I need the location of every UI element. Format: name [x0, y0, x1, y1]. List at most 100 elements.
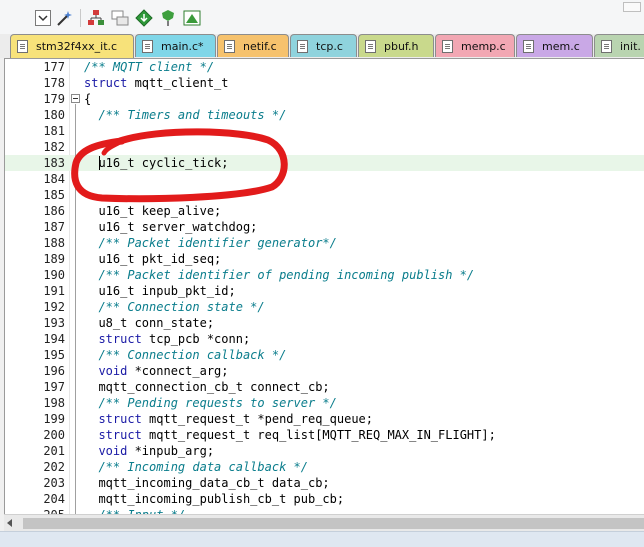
tab-init[interactable]: init.	[594, 34, 644, 57]
line-number: 198	[43, 396, 65, 410]
code-text: /** Timers and timeouts */	[84, 108, 287, 122]
code-line[interactable]: 184	[5, 171, 644, 187]
file-icon	[224, 39, 235, 53]
picture-icon[interactable]	[182, 8, 202, 28]
code-line[interactable]: 191 u16_t inpub_pkt_id;	[5, 283, 644, 299]
file-icon	[17, 40, 28, 53]
tab-main[interactable]: main.c*	[135, 34, 216, 57]
code-text: mqtt_connection_cb_t connect_cb;	[84, 380, 330, 394]
line-number: 196	[43, 364, 65, 378]
file-tab-bar: stm32f4xx_it.c main.c* netif.c tcp.c pbu…	[0, 34, 644, 58]
code-line[interactable]: 183 u16_t cyclic_tick;	[5, 155, 644, 171]
tab-tcp[interactable]: tcp.c	[290, 34, 357, 57]
line-number: 184	[43, 172, 65, 186]
code-line[interactable]: 181	[5, 123, 644, 139]
line-number: 197	[43, 380, 65, 394]
tab-netif[interactable]: netif.c	[217, 34, 289, 57]
code-line[interactable]: 186 u16_t keep_alive;	[5, 203, 644, 219]
line-number: 178	[43, 76, 65, 90]
code-text: {	[84, 92, 92, 106]
file-icon	[142, 39, 153, 53]
toolbar-separator	[80, 9, 81, 27]
toolbar	[0, 0, 644, 35]
code-text: /** Incoming data callback */	[84, 460, 308, 474]
code-line[interactable]: 182	[5, 139, 644, 155]
code-line[interactable]: 198 /** Pending requests to server */	[5, 395, 644, 411]
code-line[interactable]: 188 /** Packet identifier generator*/	[5, 235, 644, 251]
tab-memp[interactable]: memp.c	[435, 34, 515, 57]
line-number: 188	[43, 236, 65, 250]
line-number: 194	[43, 332, 65, 346]
code-text: mqtt_incoming_publish_cb_t pub_cb;	[84, 492, 345, 506]
code-line[interactable]: 197 mqtt_connection_cb_t connect_cb;	[5, 379, 644, 395]
code-line[interactable]: 187 u16_t server_watchdog;	[5, 219, 644, 235]
code-line[interactable]: 189 u16_t pkt_id_seq;	[5, 251, 644, 267]
fold-toggle-icon[interactable]	[71, 94, 80, 103]
code-line[interactable]: 177 /** MQTT client */	[5, 59, 644, 75]
code-line[interactable]: 179 {	[5, 91, 644, 107]
text-caret	[99, 156, 100, 170]
code-line[interactable]: 204 mqtt_incoming_publish_cb_t pub_cb;	[5, 491, 644, 507]
tab-stm32f4xx-it[interactable]: stm32f4xx_it.c	[10, 34, 134, 58]
line-number: 185	[43, 188, 65, 202]
code-line[interactable]: 201 void *inpub_arg;	[5, 443, 644, 459]
line-number: 202	[43, 460, 65, 474]
line-number: 190	[43, 268, 65, 282]
code-text: u16_t inpub_pkt_id;	[84, 284, 236, 298]
tab-mem[interactable]: mem.c	[516, 34, 593, 57]
windows-icon[interactable]	[110, 8, 130, 28]
line-number: 191	[43, 284, 65, 298]
code-text: u16_t keep_alive;	[84, 204, 222, 218]
line-number: 200	[43, 428, 65, 442]
diagram-icon[interactable]	[86, 8, 106, 28]
window-control[interactable]	[623, 2, 641, 12]
line-number: 201	[43, 444, 65, 458]
line-number: 204	[43, 492, 65, 506]
code-line[interactable]: 190 /** Packet identifier of pending inc…	[5, 267, 644, 283]
dropdown-arrow-icon[interactable]	[33, 8, 53, 28]
scrollbar-thumb[interactable]	[23, 518, 644, 529]
line-number: 177	[43, 60, 65, 74]
line-number: 203	[43, 476, 65, 490]
code-text: /** Packet identifier generator*/	[84, 236, 337, 250]
line-number: 183	[43, 156, 65, 170]
code-text: /** Packet identifier of pending incomin…	[84, 268, 475, 282]
code-editor[interactable]: 177 /** MQTT client */ 178 struct mqtt_clie…	[4, 58, 644, 515]
horizontal-scrollbar[interactable]	[4, 514, 644, 532]
code-text: /** Pending requests to server */	[84, 396, 337, 410]
line-number: 186	[43, 204, 65, 218]
diamond-arrow-icon[interactable]	[134, 8, 154, 28]
code-line[interactable]: 195 /** Connection callback */	[5, 347, 644, 363]
tab-label: pbuf.h	[384, 39, 419, 53]
code-line[interactable]: 178 struct mqtt_client_t	[5, 75, 644, 91]
code-line[interactable]: 199 struct mqtt_request_t *pend_req_queu…	[5, 411, 644, 427]
code-text: struct mqtt_client_t	[84, 76, 229, 90]
line-number: 182	[43, 140, 65, 154]
line-number: 195	[43, 348, 65, 362]
code-line[interactable]: 194 struct tcp_pcb *conn;	[5, 331, 644, 347]
tab-pbuf[interactable]: pbuf.h	[358, 34, 434, 57]
tab-label: tcp.c	[316, 39, 343, 53]
code-line[interactable]: 192 /** Connection state */	[5, 299, 644, 315]
code-line[interactable]: 196 void *connect_arg;	[5, 363, 644, 379]
code-line[interactable]: 180 /** Timers and timeouts */	[5, 107, 644, 123]
line-number: 181	[43, 124, 65, 138]
code-line[interactable]: 202 /** Incoming data callback */	[5, 459, 644, 475]
line-number: 199	[43, 412, 65, 426]
scroll-left-icon[interactable]	[7, 519, 12, 527]
file-icon	[297, 39, 308, 53]
code-line[interactable]: 200 struct mqtt_request_t req_list[MQTT_…	[5, 427, 644, 443]
code-text: mqtt_incoming_data_cb_t data_cb;	[84, 476, 330, 490]
magic-wand-icon[interactable]	[55, 8, 75, 28]
file-icon	[523, 39, 534, 53]
code-line[interactable]: 193 u8_t conn_state;	[5, 315, 644, 331]
sketch-icon[interactable]	[158, 8, 178, 28]
code-text: /** Connection callback */	[84, 348, 287, 362]
code-text: u16_t cyclic_tick;	[84, 156, 229, 170]
code-line[interactable]: 185	[5, 187, 644, 203]
code-line[interactable]: 203 mqtt_incoming_data_cb_t data_cb;	[5, 475, 644, 491]
tab-label: mem.c	[542, 39, 580, 53]
code-text: u8_t conn_state;	[84, 316, 215, 330]
tab-label: main.c*	[161, 39, 204, 53]
tab-label: stm32f4xx_it.c	[36, 40, 118, 53]
